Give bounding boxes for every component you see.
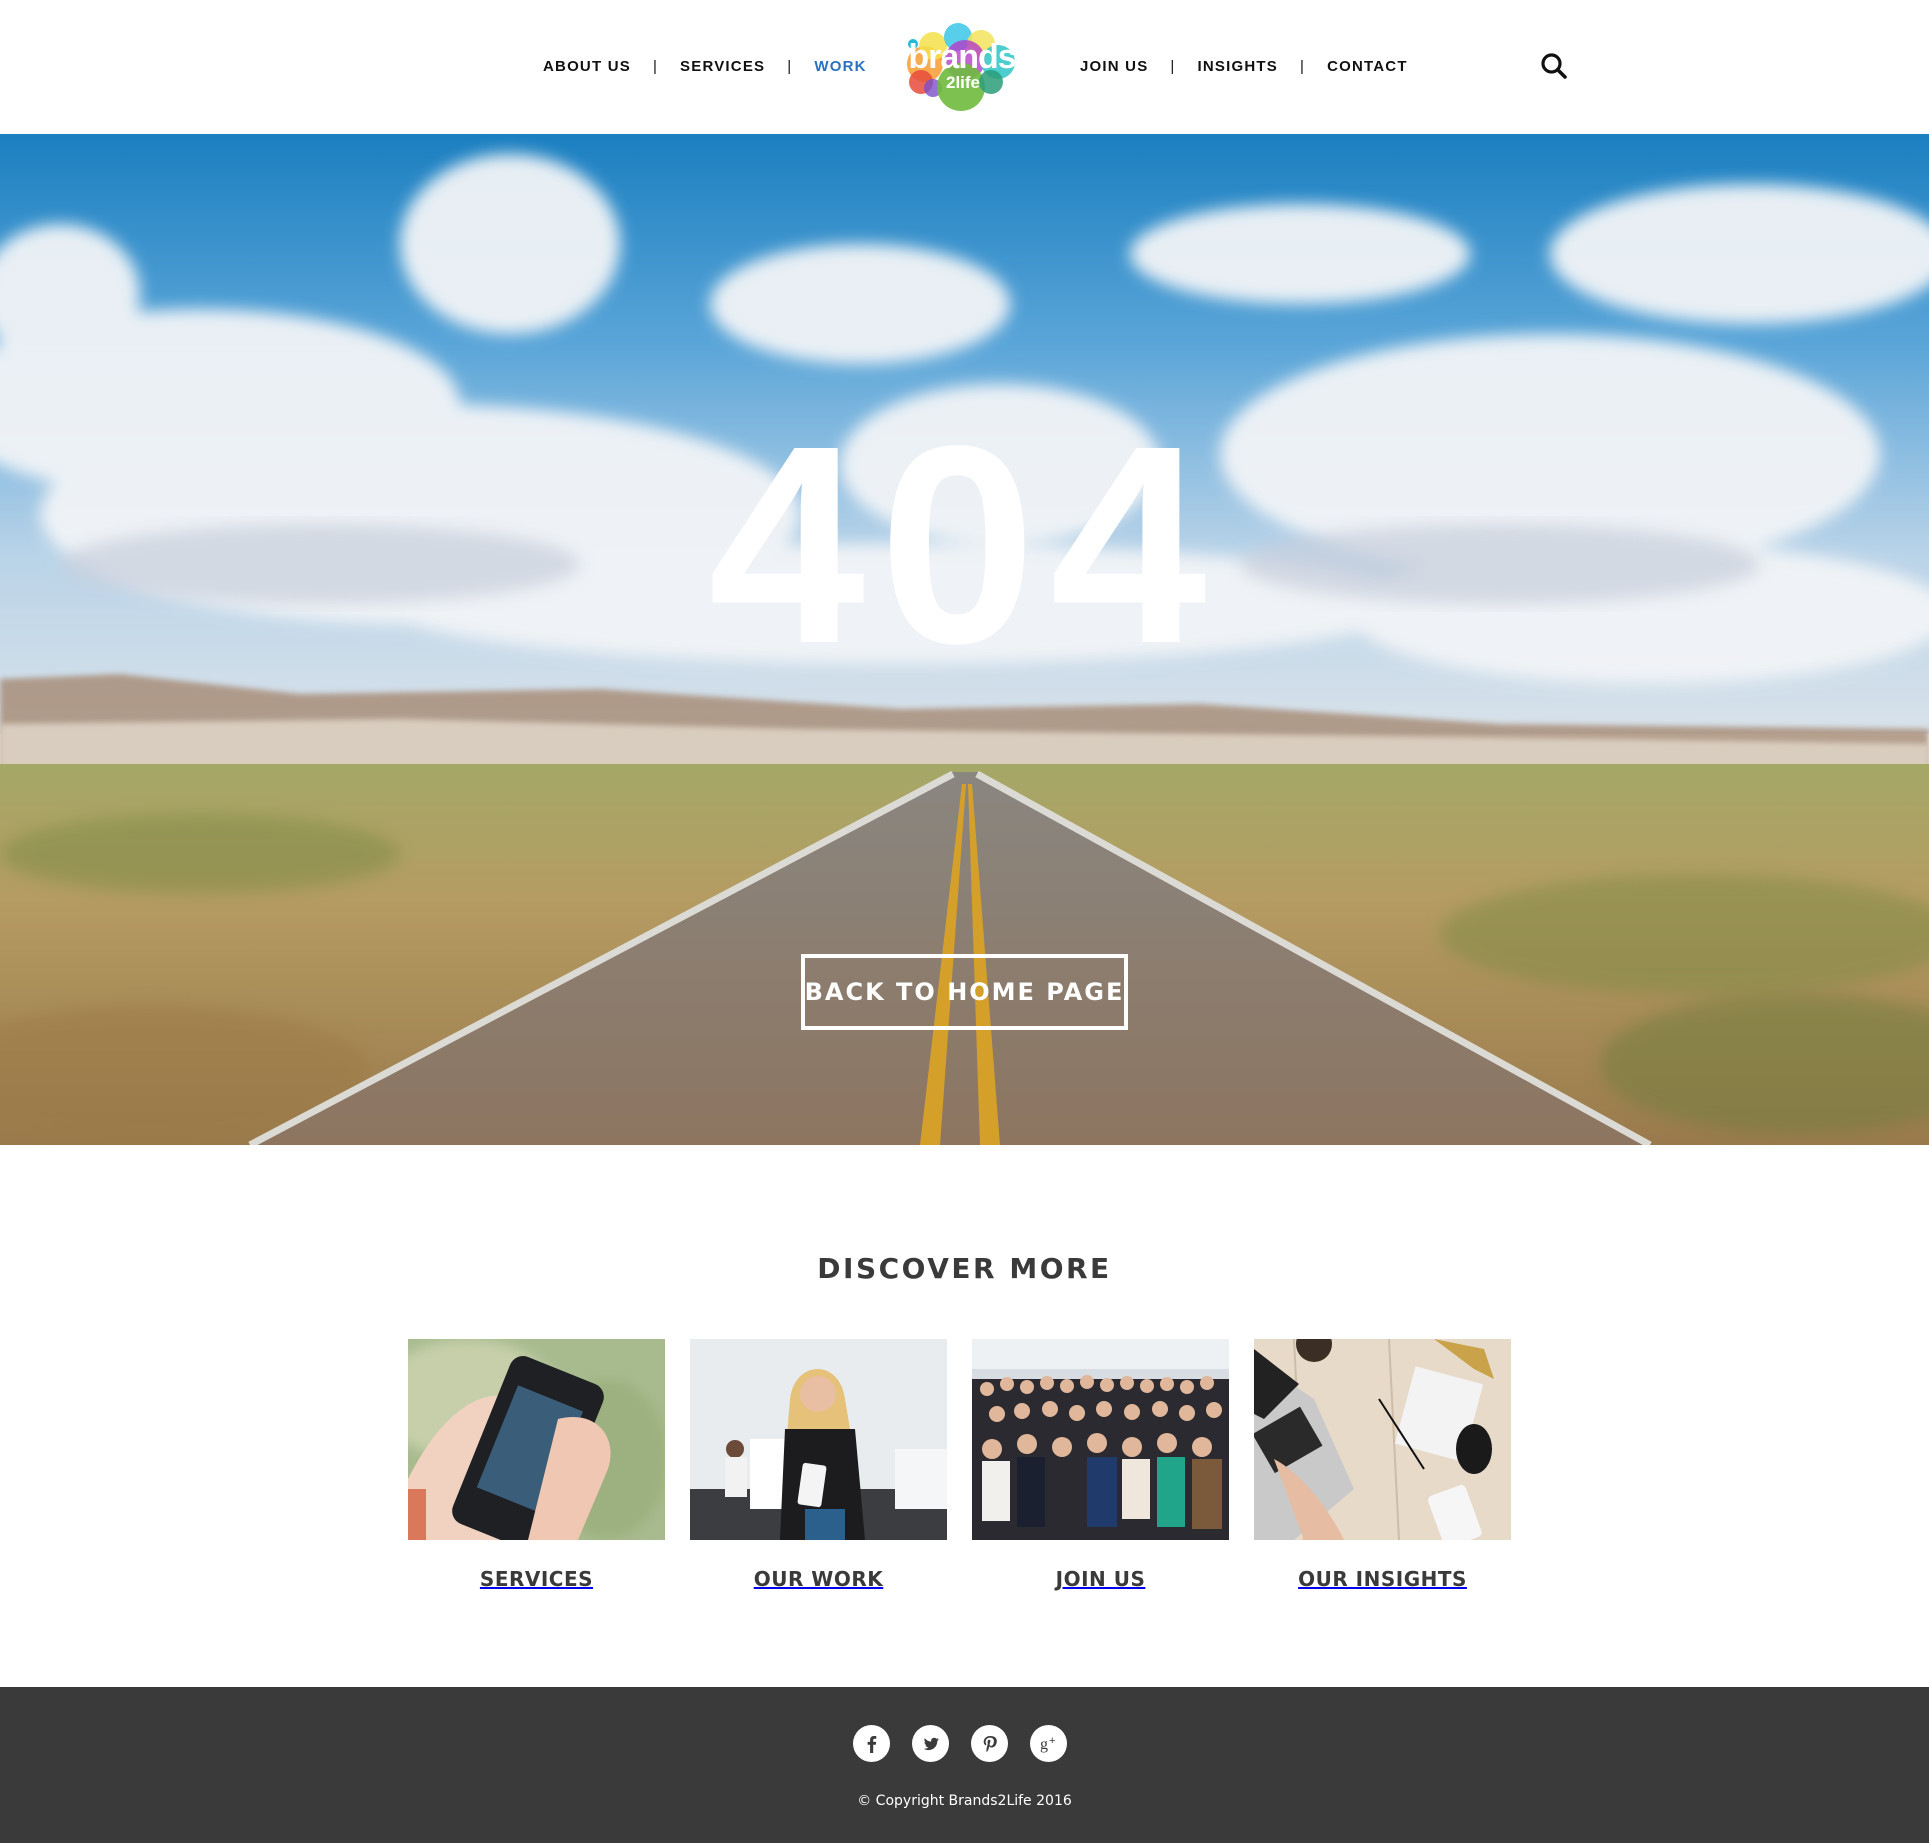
our-insights-image xyxy=(1254,1339,1511,1540)
twitter-link[interactable] xyxy=(912,1725,949,1762)
services-image xyxy=(408,1339,665,1540)
nav-separator: | xyxy=(787,57,793,75)
card-label: OUR WORK xyxy=(753,1567,884,1591)
search-button[interactable] xyxy=(1539,51,1569,81)
nav-separator: | xyxy=(1170,57,1176,75)
nav-about-us[interactable]: ABOUT US xyxy=(543,58,631,75)
svg-text:g: g xyxy=(1040,1736,1048,1753)
nav-work[interactable]: WORK xyxy=(814,58,866,75)
search-icon xyxy=(1541,53,1567,79)
card-label: OUR INSIGHTS xyxy=(1298,1567,1467,1591)
google-plus-link[interactable]: g + xyxy=(1030,1725,1067,1762)
site-header: ABOUT US | SERVICES | WORK brands 2life … xyxy=(0,0,1929,134)
our-work-image xyxy=(690,1339,947,1540)
error-code-heading: 404 xyxy=(708,387,1221,702)
card-our-work[interactable]: OUR WORK xyxy=(690,1339,947,1591)
facebook-link[interactable] xyxy=(853,1725,890,1762)
svg-text:+: + xyxy=(1049,1735,1055,1747)
discover-more-heading: DISCOVER MORE xyxy=(817,1252,1112,1285)
twitter-icon xyxy=(923,1737,939,1750)
nav-join-us[interactable]: JOIN US xyxy=(1080,58,1148,75)
nav-separator: | xyxy=(1299,57,1306,75)
logo-text-2life: 2life xyxy=(946,73,980,92)
card-label: JOIN US xyxy=(1055,1567,1146,1591)
nav-services[interactable]: SERVICES xyxy=(680,58,765,75)
nav-insights[interactable]: INSIGHTS xyxy=(1198,58,1278,75)
copyright-text: © Copyright Brands2Life 2016 xyxy=(857,1793,1072,1809)
primary-nav-left: ABOUT US | SERVICES | WORK xyxy=(543,54,867,78)
card-our-insights[interactable]: OUR INSIGHTS xyxy=(1254,1339,1511,1591)
pinterest-link[interactable] xyxy=(971,1725,1008,1762)
google-plus-icon: g + xyxy=(1040,1735,1055,1753)
card-join-us[interactable]: JOIN US xyxy=(972,1339,1229,1591)
hero-404: 404 BACK TO HOME PAGE xyxy=(0,134,1929,1145)
pinterest-icon xyxy=(983,1735,997,1752)
brands2life-logo[interactable]: brands 2life xyxy=(903,22,1021,112)
social-links: g + xyxy=(853,1725,1067,1762)
logo-text-brands: brands xyxy=(908,38,1015,76)
primary-nav-right: JOIN US | INSIGHTS | CONTACT xyxy=(1080,54,1408,78)
card-services[interactable]: SERVICES xyxy=(408,1339,665,1591)
back-to-home-button[interactable]: BACK TO HOME PAGE xyxy=(801,954,1128,1030)
site-footer: g + © Copyright Brands2Life 2016 xyxy=(0,1687,1929,1843)
facebook-icon xyxy=(867,1735,876,1753)
nav-separator: | xyxy=(652,57,659,75)
join-us-image xyxy=(972,1339,1229,1540)
discover-cards: SERVICES OUR WORK JOIN US OUR INSIGHTS xyxy=(408,1339,1511,1591)
logo-bubbles-icon: brands 2life xyxy=(907,23,1017,111)
card-label: SERVICES xyxy=(479,1567,594,1591)
nav-contact[interactable]: CONTACT xyxy=(1327,58,1408,75)
